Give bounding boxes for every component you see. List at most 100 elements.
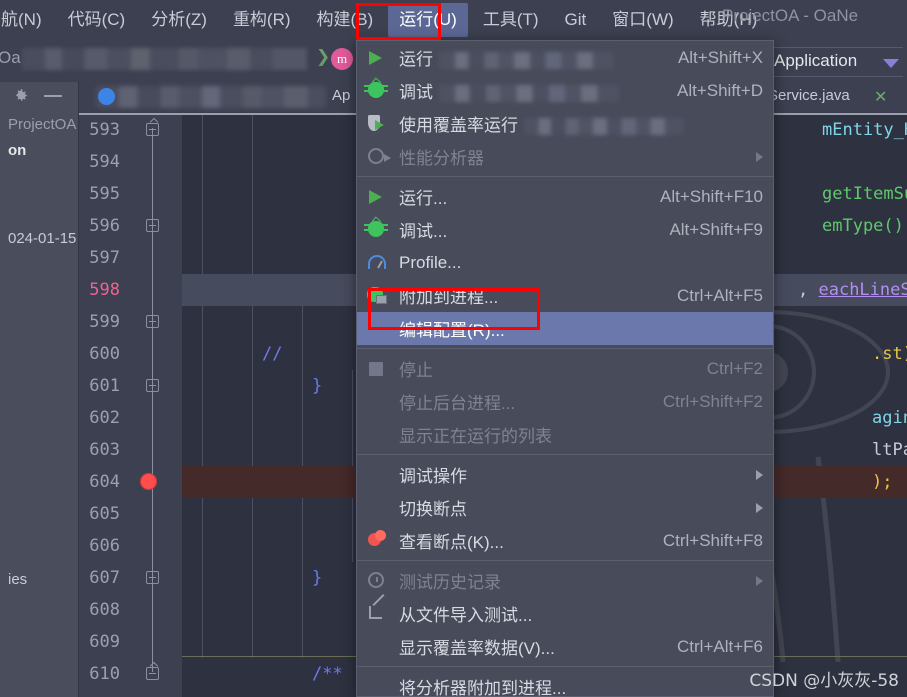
code-line-overflow[interactable]: agination<> xyxy=(872,402,907,434)
profiler-disabled-icon xyxy=(357,140,399,173)
left-panel-line-1: ProjectOA xyxy=(8,116,77,133)
menu-item-shortcut: Alt+Shift+D xyxy=(677,80,763,100)
breadcrumb-prefix: Oa xyxy=(0,48,21,67)
line-number: 604 xyxy=(89,472,120,492)
menu-item-blurred-config-name xyxy=(439,52,614,70)
menu-item-label: 运行 xyxy=(399,45,664,70)
menu-separator xyxy=(357,560,773,561)
window-title: ProjectOA - OaNe xyxy=(722,6,859,25)
menubar-item-code[interactable]: 代码(C) xyxy=(57,3,137,37)
line-number: 597 xyxy=(89,248,120,268)
menu-separator xyxy=(357,176,773,177)
menu-item-profile[interactable]: Profile... xyxy=(357,246,773,279)
submenu-arrow-icon xyxy=(756,151,763,162)
left-panel-line-3: 024-01-15 xyxy=(8,230,77,247)
menu-item-label: 停止后台进程... xyxy=(399,394,516,413)
stop-icon-glyph xyxy=(369,362,383,376)
breadcrumb-blurred-path[interactable] xyxy=(22,48,307,70)
editor-gutter[interactable]: 593 594 595 596 597 598 599 600 601 602 603 604 605 6… xyxy=(78,82,182,697)
code-token: } xyxy=(312,568,323,588)
menu-separator xyxy=(357,666,773,667)
ide-window: 航(N) 代码(C) 分析(Z) 重构(R) 构建(B) 运行(U) 工具(T)… xyxy=(0,0,907,697)
avatar[interactable]: m xyxy=(331,48,353,70)
breakpoint-marker[interactable] xyxy=(140,473,157,490)
play-icon xyxy=(357,41,399,74)
menu-item-run-coverage[interactable]: 使用覆盖率运行 xyxy=(357,107,773,140)
minimize-icon[interactable] xyxy=(44,95,62,97)
coverage-icon xyxy=(357,107,399,140)
profiler-disabled-icon-glyph xyxy=(368,148,391,164)
line-number: 610 xyxy=(89,664,120,684)
code-line-overflow[interactable]: ltPage); xyxy=(872,434,907,466)
line-number: 602 xyxy=(89,408,120,428)
menu-item-show-coverage[interactable]: 显示覆盖率数据(V)... Ctrl+Alt+F6 xyxy=(357,630,773,663)
bug-icon-glyph xyxy=(364,221,388,237)
menubar-item-analyze[interactable]: 分析(Z) xyxy=(140,3,218,37)
line-number: 595 xyxy=(89,184,120,204)
editor-tab-file-icon xyxy=(98,88,115,105)
menu-item-view-bp[interactable]: 查看断点(K)... Ctrl+Shift+F8 xyxy=(357,524,773,557)
bug-icon-glyph xyxy=(364,82,388,98)
menubar-item-navigate[interactable]: 航(N) xyxy=(0,3,53,37)
menu-item-import-tests[interactable]: 从文件导入测试... xyxy=(357,597,773,630)
chevron-down-icon[interactable] xyxy=(883,59,899,68)
menubar-item-tools[interactable]: 工具(T) xyxy=(472,3,550,37)
menu-item-label: 切换断点 xyxy=(399,500,467,519)
stop-icon xyxy=(357,352,399,385)
menu-item-show-running: 显示正在运行的列表 xyxy=(357,418,773,451)
menu-item-no-icon xyxy=(357,670,399,697)
menu-item-shortcut: Alt+Shift+F10 xyxy=(659,186,763,206)
editor-tab-service-java[interactable]: Service.java xyxy=(768,87,850,104)
play-icon-glyph xyxy=(369,190,382,204)
code-token: emType(), i xyxy=(822,216,907,236)
fold-toggle-icon[interactable] xyxy=(146,123,159,136)
fold-toggle-icon[interactable] xyxy=(146,667,159,680)
menu-item-run[interactable]: 运行 Alt+Shift+X xyxy=(357,41,773,74)
fold-toggle-icon[interactable] xyxy=(146,315,159,328)
line-number: 603 xyxy=(89,440,120,460)
gear-icon[interactable] xyxy=(12,87,29,104)
fold-toggle-icon[interactable] xyxy=(146,571,159,584)
menu-item-debug-dialog[interactable]: 调试... Alt+Shift+F9 xyxy=(357,213,773,246)
close-icon[interactable]: ✕ xyxy=(874,87,887,107)
menu-separator xyxy=(357,454,773,455)
menubar-item-git[interactable]: Git xyxy=(554,3,598,37)
fold-toggle-icon[interactable] xyxy=(146,379,159,392)
profile-icon xyxy=(357,246,399,279)
menu-item-debug[interactable]: 调试 Alt+Shift+D xyxy=(357,74,773,107)
menu-item-label: 运行... xyxy=(399,189,448,208)
clock-icon xyxy=(357,564,399,597)
menu-item-run-dialog[interactable]: 运行... Alt+Shift+F10 xyxy=(357,180,773,213)
menu-item-shortcut: Ctrl+F2 xyxy=(706,358,763,378)
menu-item-stop-background: 停止后台进程... Ctrl+Shift+F2 xyxy=(357,385,773,418)
run-configuration-widget[interactable]: Application xyxy=(767,40,907,82)
line-number: 606 xyxy=(89,536,120,556)
clock-icon-glyph xyxy=(368,572,384,588)
line-number: 598 xyxy=(89,280,120,300)
line-number: 594 xyxy=(89,152,120,172)
menubar-item-refactor[interactable]: 重构(R) xyxy=(222,3,302,37)
line-number: 601 xyxy=(89,376,120,396)
menu-item-blurred-config-name xyxy=(439,85,619,103)
menu-item-attach-profiler[interactable]: 将分析器附加到进程... xyxy=(357,670,773,697)
fold-toggle-icon[interactable] xyxy=(146,219,159,232)
run-dropdown-menu[interactable]: 运行 Alt+Shift+X 调试 Alt+Shift+D 使用覆盖率运行 性能分析器 运行… xyxy=(356,40,774,697)
menu-item-no-icon xyxy=(357,491,399,524)
menu-item-shortcut: Ctrl+Shift+F8 xyxy=(662,530,763,550)
code-token: } xyxy=(312,376,323,396)
menubar-item-window[interactable]: 窗口(W) xyxy=(601,3,684,37)
left-tool-panel: ProjectOA on 024-01-15 ies xyxy=(0,82,79,697)
left-panel-toolbar xyxy=(0,82,78,108)
line-number: 608 xyxy=(89,600,120,620)
left-panel-line-2: on xyxy=(8,142,27,159)
editor-tab-blurred-name[interactable] xyxy=(96,86,326,108)
code-token: agination<> xyxy=(872,408,907,428)
menu-item-toggle-bp[interactable]: 切换断点 xyxy=(357,491,773,524)
bug-icon xyxy=(357,213,399,246)
menu-item-stop: 停止 Ctrl+F2 xyxy=(357,352,773,385)
menu-item-debug-actions[interactable]: 调试操作 xyxy=(357,458,773,491)
code-line-overflow[interactable]: .st); xyxy=(872,338,907,370)
menu-item-label: 将分析器附加到进程... xyxy=(399,679,567,697)
csdn-watermark: CSDN @小灰灰-58 xyxy=(749,671,899,691)
code-line-overflow[interactable]: ); xyxy=(872,466,907,498)
